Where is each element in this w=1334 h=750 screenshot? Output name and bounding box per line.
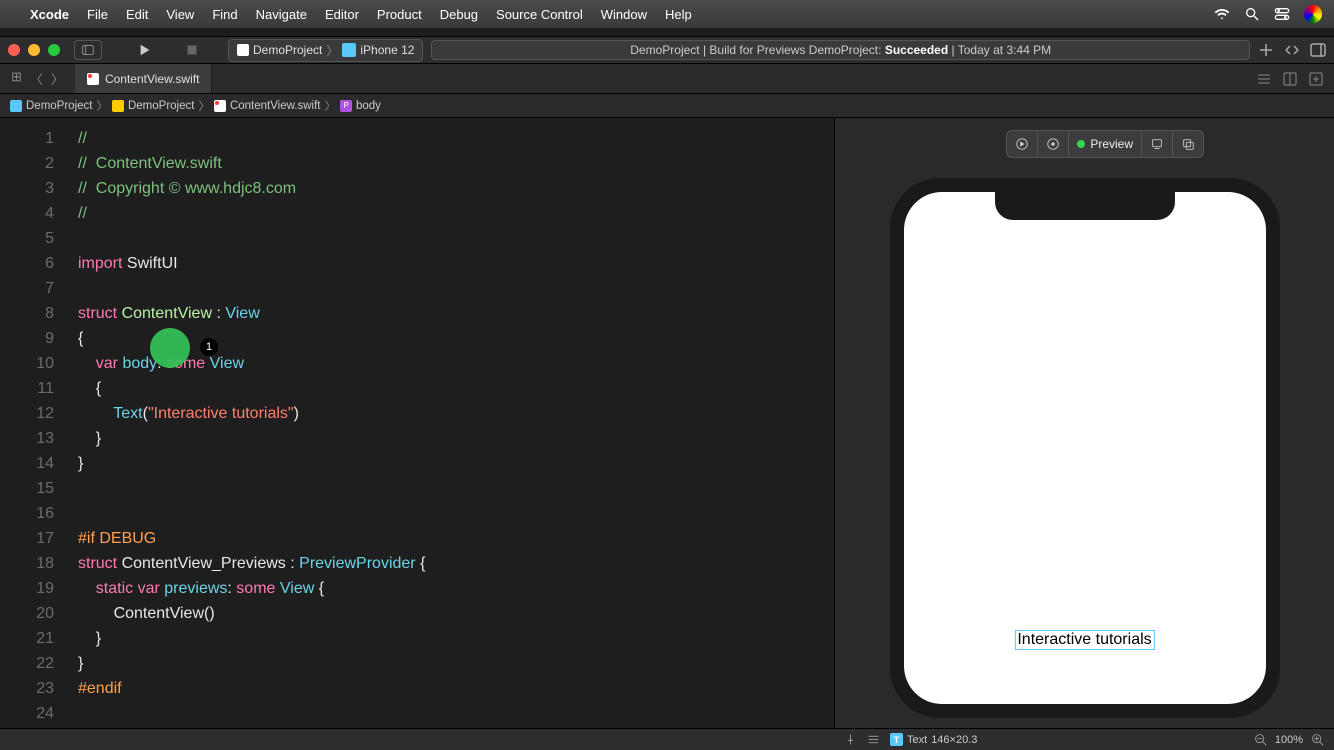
menu-window[interactable]: Window	[601, 7, 647, 22]
main-area: 123456789101112131415161718192021222324 …	[0, 118, 1334, 728]
code-content[interactable]: //// ContentView.swift// Copyright © www…	[78, 126, 425, 726]
control-center-icon[interactable]	[1274, 6, 1290, 22]
siri-icon[interactable]	[1304, 5, 1322, 23]
status-time: | Today at 3:44 PM	[948, 43, 1051, 57]
scheme-device-label: iPhone 12	[360, 43, 414, 57]
minimize-button[interactable]	[28, 44, 40, 56]
rendered-text-view[interactable]: Interactive tutorials	[1014, 630, 1154, 650]
code-review-icon[interactable]	[1284, 42, 1300, 58]
xcode-window: DemoProject 〉 iPhone 12 DemoProject | Bu…	[0, 36, 1334, 728]
nav-forward-icon[interactable]: 〉	[48, 69, 67, 88]
toggle-right-panel-icon[interactable]	[1310, 42, 1326, 58]
adjust-editor-icon[interactable]	[1282, 71, 1298, 87]
device-screen[interactable]: Interactive tutorials	[904, 192, 1266, 704]
menu-source-control[interactable]: Source Control	[496, 7, 583, 22]
menu-editor[interactable]: Editor	[325, 7, 359, 22]
run-button[interactable]	[138, 43, 152, 57]
menu-view[interactable]: View	[166, 7, 194, 22]
device-icon	[342, 43, 356, 57]
canvas-preview-panel: Preview Interactive tutorials	[834, 118, 1334, 728]
preview-inspect-button[interactable]	[1038, 131, 1069, 157]
breadcrumb-item[interactable]: ContentView.swift	[230, 100, 321, 112]
zoom-out-icon[interactable]	[1254, 733, 1267, 746]
preview-play-button[interactable]	[1007, 131, 1038, 157]
menu-help[interactable]: Help	[665, 7, 692, 22]
folder-icon	[112, 100, 124, 112]
preview-live-label: Preview	[1090, 137, 1133, 151]
nav-back-icon[interactable]: 〈	[27, 69, 46, 88]
window-traffic-lights	[8, 44, 60, 56]
editor-tabbar: ⊞ 〈 〉 ContentView.swift	[0, 64, 1334, 94]
live-status-dot	[1077, 140, 1085, 148]
menu-find[interactable]: Find	[212, 7, 237, 22]
path-breadcrumb[interactable]: DemoProject 〉 DemoProject 〉 ContentView.…	[0, 94, 1334, 118]
zoom-level[interactable]: 100%	[1275, 734, 1303, 746]
text-type-icon: T	[890, 733, 903, 746]
close-button[interactable]	[8, 44, 20, 56]
breadcrumb-item[interactable]: body	[356, 100, 381, 112]
toggle-left-panel-button[interactable]	[74, 40, 102, 60]
preview-toolbar: Preview	[1006, 130, 1204, 158]
file-tab[interactable]: ContentView.swift	[75, 64, 213, 93]
stop-button[interactable]	[186, 44, 198, 56]
app-menu[interactable]: Xcode	[30, 7, 69, 22]
add-editor-icon[interactable]	[1308, 71, 1324, 87]
line-number-gutter: 123456789101112131415161718192021222324	[0, 118, 68, 726]
macos-menubar: Xcode File Edit View Find Navigate Edito…	[0, 0, 1334, 28]
editor-options-icon[interactable]	[1256, 71, 1272, 87]
scheme-selector[interactable]: DemoProject 〉 iPhone 12	[228, 39, 423, 62]
selection-info: T Text 146×20.3	[890, 733, 977, 746]
outline-icon[interactable]	[867, 733, 880, 746]
code-editor[interactable]: 123456789101112131415161718192021222324 …	[0, 118, 834, 728]
project-icon	[10, 100, 22, 112]
wifi-icon[interactable]	[1214, 6, 1230, 22]
status-prefix: DemoProject | Build for Previews DemoPro…	[630, 43, 885, 57]
tab-filename: ContentView.swift	[105, 72, 200, 86]
window-toolbar: DemoProject 〉 iPhone 12 DemoProject | Bu…	[0, 36, 1334, 64]
swift-file-icon	[87, 73, 99, 85]
zoom-in-icon[interactable]	[1311, 733, 1324, 746]
menu-file[interactable]: File	[87, 7, 108, 22]
scheme-project-label: DemoProject	[253, 43, 322, 57]
preview-device-button[interactable]	[1142, 131, 1173, 157]
canvas-bottom-bar: T Text 146×20.3 100%	[0, 728, 1334, 750]
element-size-label: 146×20.3	[931, 734, 977, 746]
project-icon	[237, 44, 249, 56]
spotlight-icon[interactable]	[1244, 6, 1260, 22]
device-notch	[995, 192, 1175, 220]
breadcrumb-item[interactable]: DemoProject	[26, 100, 92, 112]
maximize-button[interactable]	[48, 44, 60, 56]
menu-edit[interactable]: Edit	[126, 7, 148, 22]
build-status[interactable]: DemoProject | Build for Previews DemoPro…	[431, 40, 1250, 60]
pin-icon[interactable]	[844, 733, 857, 746]
menu-navigate[interactable]: Navigate	[256, 7, 307, 22]
swift-file-icon	[214, 100, 226, 112]
device-frame: Interactive tutorials	[890, 178, 1280, 718]
preview-live-button[interactable]: Preview	[1069, 131, 1142, 157]
plus-icon[interactable]	[1258, 42, 1274, 58]
menu-product[interactable]: Product	[377, 7, 422, 22]
related-items-icon[interactable]: ⊞	[8, 69, 25, 88]
element-type-label: Text	[907, 734, 927, 746]
preview-duplicate-button[interactable]	[1173, 131, 1203, 157]
tutorial-cursor-icon	[150, 328, 190, 368]
property-icon: P	[340, 100, 352, 112]
breadcrumb-item[interactable]: DemoProject	[128, 100, 194, 112]
status-result: Succeeded	[885, 43, 948, 57]
tutorial-step-badge: 1	[200, 338, 218, 356]
menu-debug[interactable]: Debug	[440, 7, 478, 22]
